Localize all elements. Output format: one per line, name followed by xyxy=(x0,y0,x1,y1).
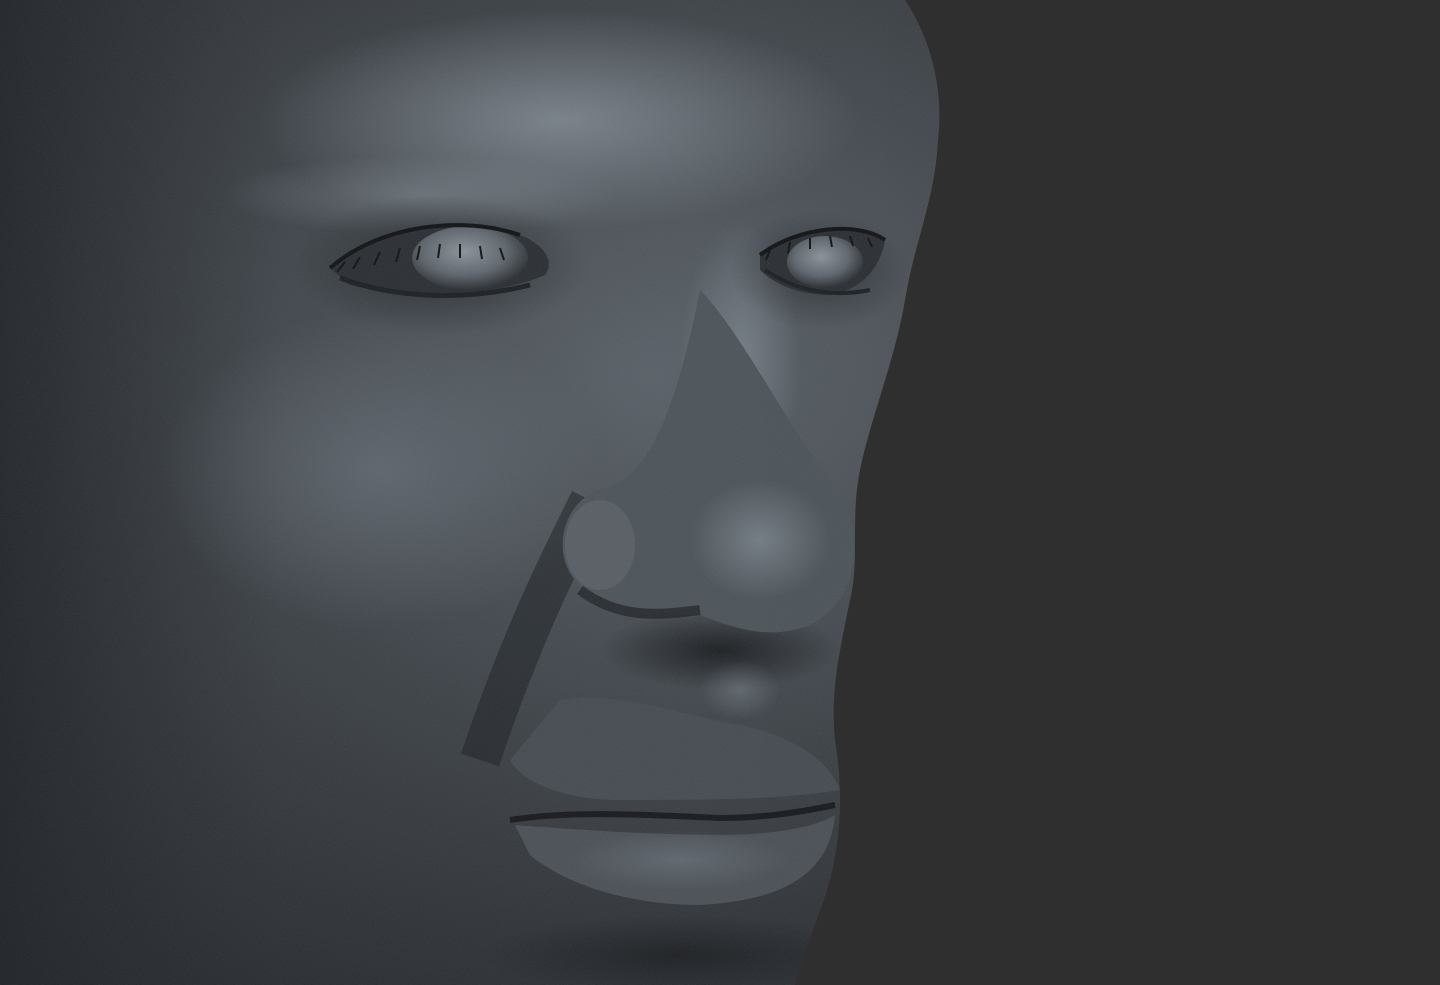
sculpt-viewport xyxy=(0,0,1440,985)
head-sculpt-render xyxy=(0,0,1440,985)
